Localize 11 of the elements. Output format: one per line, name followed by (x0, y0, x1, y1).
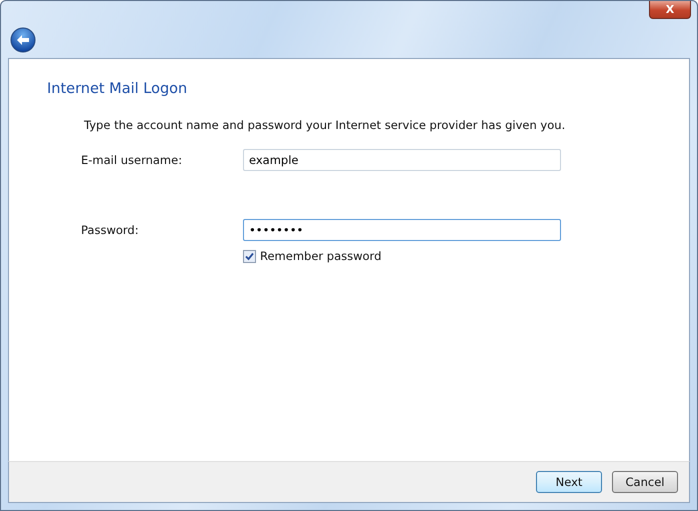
input-field[interactable]: example (243, 149, 561, 171)
checkbox-label[interactable]: Remember password (260, 249, 382, 263)
input-field[interactable]: •••••••• (243, 219, 561, 241)
checkbox[interactable] (243, 250, 256, 262)
page-heading: Internet Mail Logon (47, 81, 188, 97)
dialog-button[interactable]: Next (536, 471, 602, 493)
instructions-text: Type the account name and password your Internet service provider has given you. (84, 118, 566, 132)
close-button[interactable]: X (649, 1, 691, 19)
dialog-button[interactable]: Cancel (612, 471, 678, 493)
field-label: Password: (81, 223, 140, 237)
field-label: E-mail username: (81, 153, 184, 167)
